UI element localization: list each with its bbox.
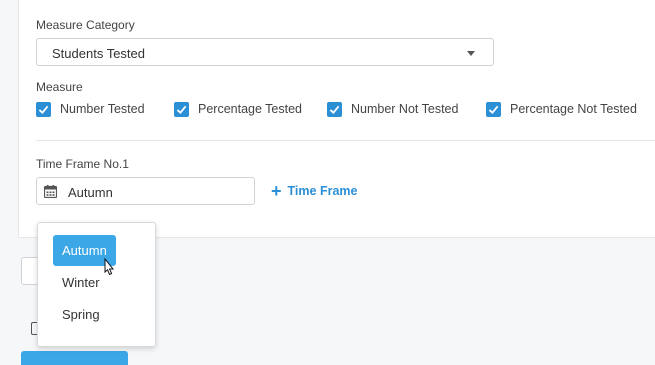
measure-label: Measure: [36, 80, 83, 94]
time-frame-label: Time Frame No.1: [36, 157, 129, 171]
background-button-edge: [21, 257, 37, 285]
checkbox-label: Percentage Tested: [198, 102, 303, 116]
time-frame-input[interactable]: Autumn: [36, 177, 255, 205]
add-time-frame-button[interactable]: + Time Frame: [271, 181, 358, 201]
section-divider: [36, 140, 655, 141]
background-primary-button[interactable]: [21, 351, 128, 365]
checkbox-percentage-tested[interactable]: Percentage Tested: [174, 100, 302, 118]
check-icon: [486, 101, 501, 117]
measure-category-label: Measure Category: [36, 18, 135, 32]
plus-icon: +: [271, 181, 282, 201]
checkbox-label: Number Tested: [60, 102, 145, 116]
check-icon: [174, 101, 189, 117]
calendar-icon: [44, 185, 57, 198]
add-time-frame-label: Time Frame: [287, 184, 358, 198]
checkbox-percentage-not-tested[interactable]: Percentage Not Tested: [486, 100, 637, 118]
checkbox-label: Percentage Not Tested: [510, 102, 637, 116]
measure-category-select[interactable]: Students Tested: [36, 38, 494, 66]
checkbox-number-not-tested[interactable]: Number Not Tested: [327, 100, 458, 118]
check-icon: [327, 101, 342, 117]
mouse-pointer-icon: [104, 258, 115, 276]
measure-category-value: Students Tested: [52, 46, 145, 61]
checkbox-number-tested[interactable]: Number Tested: [36, 100, 145, 118]
checkbox-label: Number Not Tested: [351, 102, 459, 116]
check-icon: [36, 101, 51, 117]
dropdown-option-spring[interactable]: Spring: [53, 299, 109, 330]
time-frame-value: Autumn: [68, 185, 113, 200]
caret-down-icon: [467, 51, 475, 56]
time-frame-dropdown: Autumn Winter Spring: [37, 222, 156, 347]
